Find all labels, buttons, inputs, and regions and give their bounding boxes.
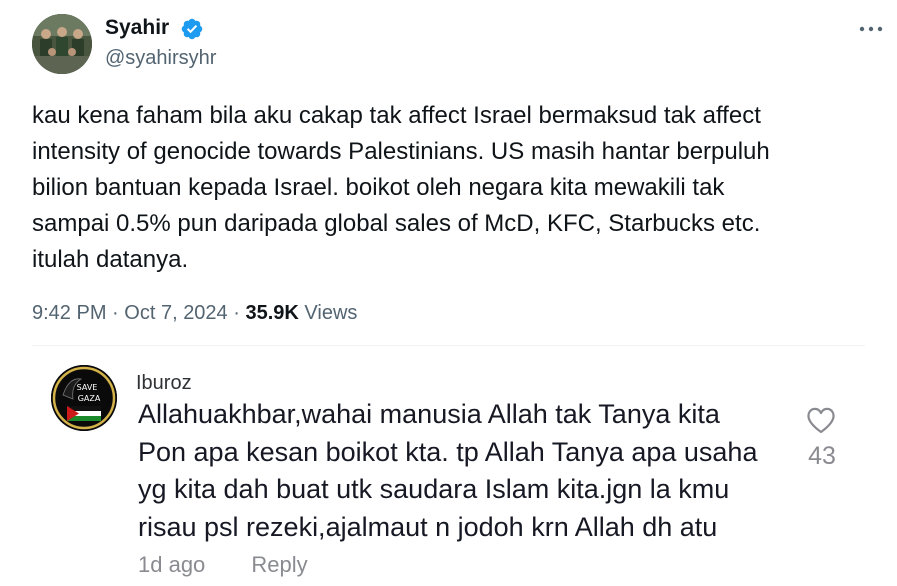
- tweet-meta: 9:42 PM · Oct 7, 2024 · 35.9K Views: [32, 302, 357, 325]
- palestine-flag-icon: [67, 406, 101, 421]
- comment-text-line: risau psl rezeki,ajalmaut n jodoh krn Al…: [138, 511, 718, 542]
- meta-separator: ·: [112, 302, 119, 324]
- divider: [32, 345, 865, 346]
- tweet: Syahir @syahirsyhr kau kena faham bila a…: [0, 0, 897, 346]
- author-name[interactable]: Syahir: [105, 16, 169, 40]
- like-count: 43: [808, 442, 836, 470]
- heart-icon[interactable]: [805, 405, 837, 435]
- author-avatar[interactable]: [32, 14, 92, 74]
- verified-badge-icon: [181, 18, 203, 40]
- comment-text-line: Pon apa kesan boikot kta. tp Allah Tanya…: [138, 436, 758, 467]
- comment-text: Allahuakhbar,wahai manusia Allah tak Tan…: [138, 396, 798, 546]
- comment-text-line: Allahuakhbar,wahai manusia Allah tak Tan…: [138, 399, 720, 429]
- views-count: 35.9K: [245, 302, 299, 324]
- tweet-time[interactable]: 9:42 PM: [32, 302, 106, 324]
- tweet-text-line: itulah datanya.: [32, 246, 189, 273]
- tweet-text: kau kena faham bila aku cakap tak affect…: [32, 98, 872, 278]
- tweet-date[interactable]: Oct 7, 2024: [124, 302, 227, 324]
- avatar-save-text: SAVE: [77, 383, 98, 392]
- commenter-username[interactable]: Iburoz: [136, 372, 192, 395]
- reply-button[interactable]: Reply: [251, 552, 307, 577]
- meta-separator: ·: [233, 302, 240, 324]
- comment-text-line: yg kita dah buat utk saudara Islam kita.…: [138, 474, 730, 504]
- author-handle[interactable]: @syahirsyhr: [105, 47, 216, 70]
- tweet-text-line: kau kena faham bila aku cakap tak affect…: [32, 102, 761, 129]
- comment-time: 1d ago: [138, 552, 206, 577]
- comment-footer: 1d ago Reply: [138, 552, 308, 578]
- tweet-text-line: sampai 0.5% pun daripada global sales of…: [32, 210, 761, 237]
- avatar-gaza-text: GAZA: [78, 394, 101, 403]
- tweet-text-line: intensity of genocide towards Palestinia…: [32, 138, 770, 165]
- commenter-avatar[interactable]: SAVE GAZA: [51, 365, 117, 431]
- views-label: Views: [304, 302, 358, 324]
- tweet-text-line: bilion bantuan kepada Israel. boikot ole…: [32, 174, 725, 201]
- more-horizontal-icon[interactable]: [857, 22, 885, 36]
